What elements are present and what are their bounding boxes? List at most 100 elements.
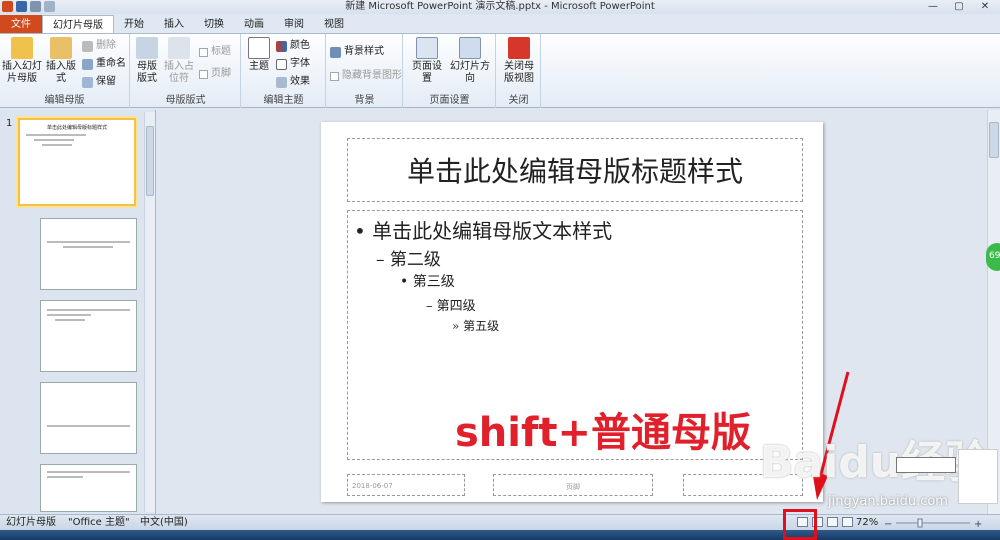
baidu-watermark-url: jingyan.baidu.com (828, 494, 948, 509)
title-bar: 新建 Microsoft PowerPoint 演示文稿.pptx - Micr… (0, 0, 1000, 14)
zoom-slider-thumb[interactable] (917, 518, 923, 528)
close-master-view-button[interactable]: 关闭母版视图 (501, 37, 537, 85)
thumbnail-layout[interactable] (40, 382, 137, 454)
window-controls: — ▢ ✕ (920, 0, 998, 14)
effects-button[interactable]: 效果 (276, 76, 310, 88)
hide-background-checkbox[interactable]: 隐藏背景图形 (330, 70, 402, 82)
ribbon-tabs: 文件 幻灯片母版 开始 插入 切换 动画 审阅 视图 (0, 15, 1000, 34)
slide-orientation-button[interactable]: 幻灯片方向 (448, 37, 492, 85)
tab-transitions[interactable]: 切换 (194, 15, 234, 33)
group-page-setup: 页面设置 幻灯片方向 页面设置 (404, 34, 496, 108)
preserve-button[interactable]: 保留 (82, 76, 116, 88)
insert-layout-icon (50, 37, 72, 59)
background-styles-button[interactable]: 背景样式 (330, 46, 384, 58)
group-label-close: 关闭 (508, 95, 529, 106)
insert-placeholder-icon (168, 37, 190, 59)
text-level-1: • 单击此处编辑母版文本样式 (354, 219, 613, 243)
page-setup-icon (416, 37, 438, 59)
themes-button[interactable]: 主题 (245, 37, 273, 73)
thumbnail-layout[interactable] (40, 300, 137, 372)
zoom-out-icon[interactable]: − (884, 519, 892, 528)
footer-placeholder[interactable]: 页脚 (493, 474, 653, 496)
date-placeholder[interactable]: 2018-06-07 (347, 474, 465, 496)
title-checkbox[interactable]: 标题 (199, 46, 231, 58)
thumbnail-layout[interactable] (40, 464, 137, 512)
rename-icon (82, 58, 93, 70)
floating-toolbar (896, 457, 956, 473)
tab-file[interactable]: 文件 (0, 15, 42, 33)
colors-button[interactable]: 颜色 (276, 40, 310, 52)
zoom-in-icon[interactable]: + (974, 519, 982, 528)
ribbon: 插入幻灯片母版 插入版式 删除 重命名 保留 编辑母版 母版版式 插入占位符 标… (0, 34, 1000, 108)
insert-layout-button[interactable]: 插入版式 (43, 37, 79, 85)
scrollbar-thumb[interactable] (146, 126, 154, 196)
status-bar: 幻灯片母版 "Office 主题" 中文(中国) 72% − + (0, 514, 1000, 530)
rename-button[interactable]: 重命名 (82, 58, 126, 70)
checkbox-icon (199, 69, 208, 79)
page-setup-button[interactable]: 页面设置 (408, 37, 446, 85)
tab-view[interactable]: 视图 (314, 15, 354, 33)
group-label-background: 背景 (354, 95, 375, 106)
colors-icon (276, 40, 287, 52)
themes-icon (248, 37, 270, 59)
windows-taskbar (0, 530, 1000, 540)
text-level-5: » 第五级 (452, 319, 500, 333)
delete-button[interactable]: 删除 (82, 40, 116, 52)
thumbnail-layout[interactable] (40, 218, 137, 290)
thumbnail-number: 1 (6, 118, 13, 129)
group-label-page-setup: 页面设置 (429, 95, 470, 106)
group-background: 背景样式 隐藏背景图形 背景 (327, 34, 403, 108)
zoom-level[interactable]: 72% (856, 515, 878, 531)
tab-animations[interactable]: 动画 (234, 15, 274, 33)
delete-icon (82, 40, 93, 52)
text-level-2: – 第二级 (376, 250, 441, 270)
text-level-4: – 第四级 (426, 299, 476, 314)
annotation-overlay-text: shift+普通母版 (455, 410, 752, 456)
group-close: 关闭母版视图 关闭 (497, 34, 541, 108)
avatar (958, 449, 998, 504)
group-label-master-layout: 母版版式 (165, 95, 206, 106)
group-label-edit-master: 编辑母版 (44, 95, 85, 106)
slideshow-view-icon[interactable] (842, 517, 853, 527)
status-language[interactable]: 中文(中国) (140, 515, 188, 531)
orientation-icon (459, 37, 481, 59)
tab-slide-master[interactable]: 幻灯片母版 (42, 15, 114, 33)
footer-checkbox[interactable]: 页脚 (199, 68, 231, 80)
close-master-icon (508, 37, 530, 59)
close-window-icon[interactable]: ✕ (972, 0, 998, 14)
reading-view-icon[interactable] (827, 517, 838, 527)
fonts-icon (276, 58, 287, 70)
tab-review[interactable]: 审阅 (274, 15, 314, 33)
group-edit-theme: 主题 颜色 字体 效果 编辑主题 (242, 34, 326, 108)
group-edit-master: 插入幻灯片母版 插入版式 删除 重命名 保留 编辑母版 (0, 34, 130, 108)
status-view: 幻灯片母版 (6, 517, 56, 528)
text-level-3: • 第三级 (400, 274, 455, 290)
side-badge: 69 (986, 243, 1000, 271)
thumbnail-scrollbar[interactable] (144, 112, 155, 512)
tab-home[interactable]: 开始 (114, 15, 154, 33)
checkbox-icon (199, 47, 208, 57)
insert-slide-master-icon (11, 37, 33, 59)
checkbox-icon (330, 71, 339, 81)
effects-icon (276, 76, 287, 88)
annotation-highlight-box (783, 509, 817, 540)
zoom-slider[interactable]: − + (884, 518, 984, 528)
tab-insert[interactable]: 插入 (154, 15, 194, 33)
background-styles-icon (330, 46, 341, 58)
title-placeholder[interactable]: 单击此处编辑母版标题样式 (347, 138, 803, 202)
master-layout-button[interactable]: 母版版式 (133, 37, 161, 85)
status-theme: "Office 主题" (68, 517, 130, 528)
master-layout-icon (136, 37, 158, 59)
group-master-layout: 母版版式 插入占位符 标题 页脚 母版版式 (131, 34, 241, 108)
minimize-icon[interactable]: — (920, 0, 946, 14)
preserve-icon (82, 76, 93, 88)
thumbnail-pane: 1 单击此处编辑母版标题样式 (0, 110, 156, 514)
thumbnail-slide-master[interactable]: 单击此处编辑母版标题样式 (18, 118, 136, 206)
scrollbar-thumb[interactable] (989, 122, 999, 158)
group-label-edit-theme: 编辑主题 (263, 95, 304, 106)
fonts-button[interactable]: 字体 (276, 58, 310, 70)
insert-slide-master-button[interactable]: 插入幻灯片母版 (2, 37, 42, 85)
insert-placeholder-button[interactable]: 插入占位符 (163, 37, 195, 85)
thumbnail-master-title: 单击此处编辑母版标题样式 (46, 125, 107, 131)
maximize-icon[interactable]: ▢ (946, 0, 972, 14)
